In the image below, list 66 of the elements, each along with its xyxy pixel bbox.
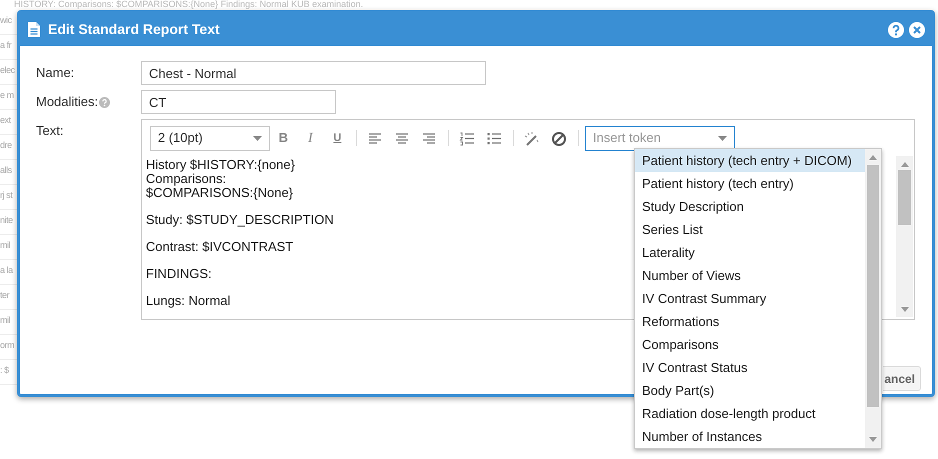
background-text: rj st	[0, 189, 12, 202]
background-text: wic	[0, 14, 12, 27]
token-option[interactable]: Reformations	[635, 310, 865, 333]
help-icon[interactable]	[99, 96, 110, 108]
background-text: HISTORY: Comparisons: $COMPARISONS:{None} Findings: Normal KUB examination.	[14, 0, 364, 9]
font-size-dropdown[interactable]: 2 (10pt)	[150, 126, 270, 150]
token-option[interactable]: IV Contrast Status	[635, 356, 865, 379]
editor-text-line: Lungs: Normal	[146, 294, 230, 308]
align-center-icon	[394, 130, 410, 146]
align-right-icon	[421, 130, 438, 146]
background-text: dre	[0, 139, 12, 152]
field-label: Modalities:	[36, 93, 98, 112]
close-icon[interactable]	[909, 22, 925, 38]
cancel-button[interactable]: ancel	[883, 366, 921, 391]
window-title: Edit Standard Report Text	[48, 20, 220, 39]
token-option[interactable]: Study Description	[635, 195, 865, 218]
editor-text-line: Study: $STUDY_DESCRIPTION	[146, 213, 334, 227]
scroll-down-icon[interactable]	[869, 437, 877, 442]
no-entry-icon	[551, 130, 568, 146]
align-left-icon	[367, 130, 384, 146]
scroll-down-icon[interactable]	[900, 307, 908, 312]
editor-text-line: FINDINGS:	[146, 267, 212, 281]
editor-text-line: $COMPARISONS:{None}	[146, 186, 294, 200]
token-option[interactable]: Body Part(s)	[635, 379, 865, 402]
numbered-list-icon	[459, 130, 476, 146]
background-text: alls	[0, 164, 12, 177]
editor-text-line: Contrast: $IVCONTRAST	[146, 240, 294, 254]
italic-button[interactable]: I	[296, 126, 324, 150]
background-text: ter	[0, 289, 10, 302]
background-text: nite	[0, 214, 13, 227]
input-field[interactable]: Chest - Normal	[141, 61, 486, 85]
token-option[interactable]: Comparisons	[635, 333, 865, 356]
document-icon	[27, 21, 41, 38]
background-text: e m	[0, 89, 14, 102]
background-text: mil	[0, 239, 10, 252]
background-text: a fr	[0, 39, 12, 52]
field-label: Text:	[36, 123, 64, 138]
field-label: Name:	[36, 64, 74, 82]
underline-button[interactable]: U	[324, 126, 351, 150]
scrollbar[interactable]	[896, 156, 913, 317]
token-option[interactable]: Patient history (tech entry)	[635, 172, 865, 195]
background-text: ext	[0, 114, 11, 127]
background-text: : $	[0, 364, 9, 377]
scrollbar[interactable]	[865, 149, 881, 448]
help-icon[interactable]	[888, 22, 904, 38]
token-option[interactable]: Laterality	[635, 241, 865, 264]
caret-icon	[252, 136, 262, 140]
token-option[interactable]: Radiation dose-length product	[635, 402, 865, 425]
editor-text-line: History $HISTORY:{none}	[146, 158, 295, 172]
wand-icon	[524, 130, 540, 146]
bullet-list-icon	[486, 130, 502, 146]
token-option[interactable]: Number of Views	[635, 264, 865, 287]
background-text: mil	[0, 314, 10, 327]
token-option[interactable]: IV Contrast Summary	[635, 287, 865, 310]
token-option[interactable]: Patient history (tech entry + DICOM)	[635, 149, 865, 172]
background-text: a la	[0, 264, 13, 277]
token-option[interactable]: Series List	[635, 218, 865, 241]
background-text: elec	[0, 64, 15, 77]
token-option[interactable]: Number of Instances	[635, 425, 865, 448]
bold-button[interactable]: B	[270, 126, 297, 150]
background-text: orm	[0, 339, 14, 352]
editor-text-line: Comparisons:	[146, 172, 226, 186]
scroll-up-icon[interactable]	[869, 155, 877, 160]
scroll-up-icon[interactable]	[900, 162, 908, 167]
input-field[interactable]: CT	[141, 90, 336, 114]
caret-icon	[718, 136, 727, 140]
